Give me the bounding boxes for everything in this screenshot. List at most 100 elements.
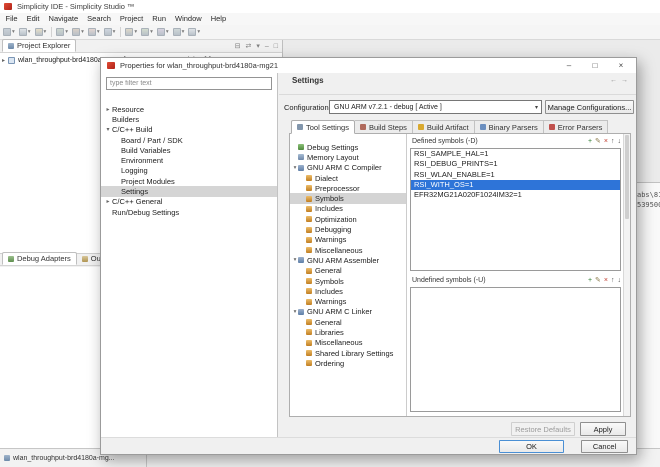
tool-tree-ordering[interactable]: Ordering bbox=[290, 358, 406, 368]
delete-icon[interactable]: × bbox=[604, 137, 608, 146]
menu-item-window[interactable]: Window bbox=[171, 13, 207, 25]
tool-tree-includes[interactable]: Includes bbox=[290, 204, 406, 214]
tool-tree-warnings[interactable]: Warnings bbox=[290, 296, 406, 306]
properties-nav-c-c-general[interactable]: ▸C/C++ General bbox=[101, 197, 277, 207]
properties-nav-build-variables[interactable]: Build Variables bbox=[101, 145, 277, 155]
defined-symbols-list[interactable]: RSI_SAMPLE_HAL=1RSI_DEBUG_PRINTS=1RSI_WL… bbox=[410, 148, 621, 271]
toolbar-button[interactable]: ▾ bbox=[125, 28, 137, 36]
add-icon[interactable]: + bbox=[588, 276, 592, 285]
move-down-icon[interactable]: ↓ bbox=[618, 276, 622, 285]
move-up-icon[interactable]: ↑ bbox=[611, 137, 615, 146]
toolbar-button[interactable]: ▾ bbox=[188, 28, 200, 36]
tool-tree-debugging[interactable]: Debugging bbox=[290, 224, 406, 234]
link-with-editor-icon[interactable]: ⇄ bbox=[245, 42, 251, 51]
menu-item-edit[interactable]: Edit bbox=[22, 13, 44, 25]
menu-item-navigate[interactable]: Navigate bbox=[44, 13, 83, 25]
symbol-item[interactable]: RSI_SAMPLE_HAL=1 bbox=[411, 149, 620, 159]
tool-tree-miscellaneous[interactable]: Miscellaneous bbox=[290, 338, 406, 348]
tool-tree-libraries[interactable]: Libraries bbox=[290, 327, 406, 337]
toolbar-button[interactable]: ▾ bbox=[173, 28, 185, 36]
tool-tree-gnu-arm-c-linker[interactable]: ▾GNU ARM C Linker bbox=[290, 307, 406, 317]
properties-nav-board-part-sdk[interactable]: Board / Part / SDK bbox=[101, 135, 277, 145]
expand-icon[interactable]: ▸ bbox=[104, 106, 112, 113]
forward-icon[interactable]: → bbox=[621, 77, 628, 84]
expand-icon[interactable]: ▸ bbox=[0, 57, 7, 64]
cancel-button[interactable]: Cancel bbox=[581, 440, 628, 453]
view-menu-icon[interactable]: ▾ bbox=[256, 42, 260, 51]
tool-tree-dialect[interactable]: Dialect bbox=[290, 173, 406, 183]
menu-item-project[interactable]: Project bbox=[115, 13, 147, 25]
tool-tree-general[interactable]: General bbox=[290, 266, 406, 276]
menu-item-search[interactable]: Search bbox=[83, 13, 116, 25]
properties-nav-logging[interactable]: Logging bbox=[101, 166, 277, 176]
undefined-symbols-list[interactable] bbox=[410, 287, 621, 412]
manage-configurations-button[interactable]: Manage Configurations... bbox=[545, 100, 634, 114]
edit-icon[interactable]: ✎ bbox=[595, 137, 601, 146]
symbol-item[interactable]: RSI_DEBUG_PRINTS=1 bbox=[411, 159, 620, 169]
symbol-item[interactable]: EFR32MG21A020F1024IM32=1 bbox=[411, 190, 620, 200]
tab-debug-adapters[interactable]: Debug Adapters bbox=[2, 252, 77, 265]
tool-tree-warnings[interactable]: Warnings bbox=[290, 235, 406, 245]
menu-item-run[interactable]: Run bbox=[148, 13, 171, 25]
toolbar-button[interactable]: ▾ bbox=[56, 28, 68, 36]
toolbar-button[interactable]: ▾ bbox=[104, 28, 116, 36]
apply-button[interactable]: Apply bbox=[580, 422, 626, 436]
tool-tree-includes[interactable]: Includes bbox=[290, 286, 406, 296]
dialog-close-button[interactable]: × bbox=[608, 58, 634, 73]
move-up-icon[interactable]: ↑ bbox=[611, 276, 615, 285]
edit-icon[interactable]: ✎ bbox=[595, 276, 601, 285]
maximize-view-icon[interactable]: □ bbox=[274, 42, 278, 51]
tab-build-artifact[interactable]: Build Artifact bbox=[413, 120, 475, 134]
tool-tree-debug-settings[interactable]: Debug Settings bbox=[290, 142, 406, 152]
add-icon[interactable]: + bbox=[588, 137, 592, 146]
dialog-maximize-button[interactable]: □ bbox=[582, 58, 608, 73]
dialog-minimize-button[interactable]: – bbox=[556, 58, 582, 73]
collapse-icon[interactable]: ▾ bbox=[104, 126, 112, 133]
scrollbar[interactable] bbox=[623, 134, 630, 416]
delete-icon[interactable]: × bbox=[604, 276, 608, 285]
tab-tool-settings[interactable]: Tool Settings bbox=[291, 120, 355, 134]
properties-nav-c-c-build[interactable]: ▾C/C++ Build bbox=[101, 125, 277, 135]
toolbar-button[interactable]: ▾ bbox=[3, 28, 15, 36]
toolbar-button[interactable]: ▾ bbox=[157, 28, 169, 36]
tool-tree-gnu-arm-c-compiler[interactable]: ▾GNU ARM C Compiler bbox=[290, 163, 406, 173]
properties-nav-run-debug-settings[interactable]: Run/Debug Settings bbox=[101, 207, 277, 217]
toolbar-button[interactable]: ▾ bbox=[35, 28, 47, 36]
tool-tree-symbols[interactable]: Symbols bbox=[290, 193, 406, 203]
tool-tree-miscellaneous[interactable]: Miscellaneous bbox=[290, 245, 406, 255]
toolbar-button[interactable]: ▾ bbox=[141, 28, 153, 36]
menu-item-file[interactable]: File bbox=[1, 13, 22, 25]
tool-tree-symbols[interactable]: Symbols bbox=[290, 276, 406, 286]
collapse-all-icon[interactable]: ⊟ bbox=[235, 42, 241, 51]
tab-binary-parsers[interactable]: Binary Parsers bbox=[475, 120, 544, 134]
properties-nav-builders[interactable]: Builders bbox=[101, 114, 277, 124]
tab-error-parsers[interactable]: Error Parsers bbox=[544, 120, 609, 134]
toolbar-button[interactable]: ▾ bbox=[19, 28, 31, 36]
tool-tree-shared-library-settings[interactable]: Shared Library Settings bbox=[290, 348, 406, 358]
move-down-icon[interactable]: ↓ bbox=[618, 137, 622, 146]
tool-tree-preprocessor[interactable]: Preprocessor bbox=[290, 183, 406, 193]
back-icon[interactable]: ← bbox=[610, 77, 617, 84]
tool-tree-gnu-arm-assembler[interactable]: ▾GNU ARM Assembler bbox=[290, 255, 406, 265]
tool-tree-memory-layout[interactable]: Memory Layout bbox=[290, 152, 406, 162]
properties-nav-project-modules[interactable]: Project Modules bbox=[101, 176, 277, 186]
properties-nav-settings[interactable]: Settings bbox=[101, 186, 277, 196]
tab-project-explorer[interactable]: Project Explorer bbox=[2, 39, 76, 52]
symbol-item[interactable]: RSI_WLAN_ENABLE=1 bbox=[411, 170, 620, 180]
menu-item-help[interactable]: Help bbox=[206, 13, 230, 25]
toolbar-button[interactable]: ▾ bbox=[72, 28, 84, 36]
scrollbar-thumb[interactable] bbox=[625, 135, 629, 219]
tab-build-steps[interactable]: Build Steps bbox=[355, 120, 413, 134]
properties-nav-resource[interactable]: ▸Resource bbox=[101, 104, 277, 114]
toolbar-button[interactable]: ▾ bbox=[88, 28, 100, 36]
tool-tree-optimization[interactable]: Optimization bbox=[290, 214, 406, 224]
expand-icon[interactable]: ▸ bbox=[104, 198, 112, 205]
tool-tree-general[interactable]: General bbox=[290, 317, 406, 327]
minimize-view-icon[interactable]: – bbox=[265, 42, 269, 51]
configuration-dropdown[interactable]: GNU ARM v7.2.1 - debug [ Active ] ▾ bbox=[329, 100, 542, 114]
symbol-item[interactable]: RSI_WITH_OS=1 bbox=[411, 180, 620, 190]
restore-defaults-button[interactable]: Restore Defaults bbox=[511, 422, 575, 436]
properties-nav-environment[interactable]: Environment bbox=[101, 155, 277, 165]
ok-button[interactable]: OK bbox=[499, 440, 564, 453]
filter-input[interactable] bbox=[106, 77, 272, 90]
